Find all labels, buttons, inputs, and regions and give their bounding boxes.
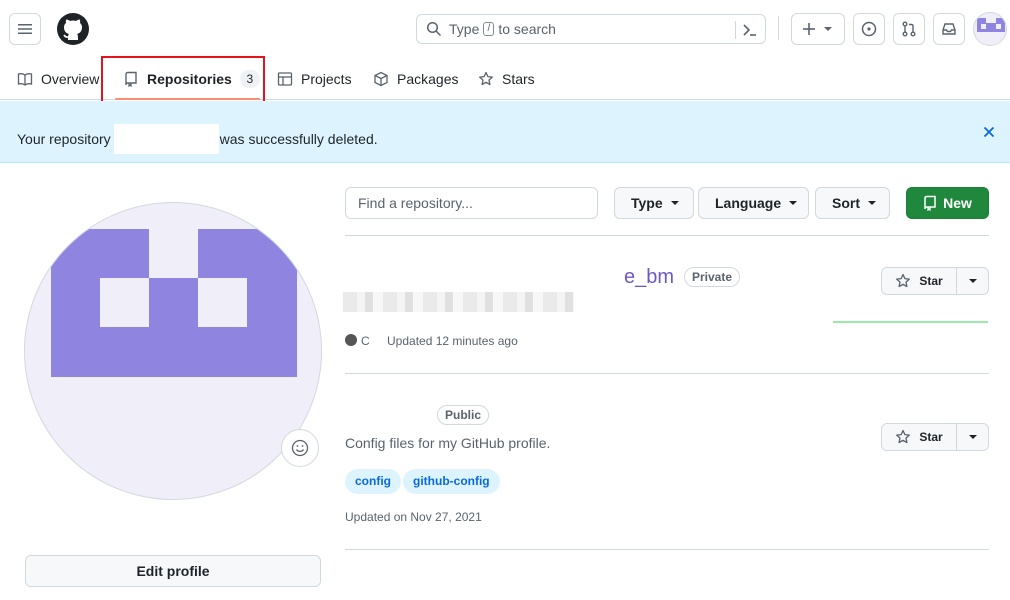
menu-button[interactable] — [9, 13, 41, 45]
tab-projects[interactable]: Projects — [277, 58, 352, 100]
top-bar: Type / to search — [0, 0, 1010, 58]
sort-filter-button[interactable]: Sort — [815, 187, 890, 219]
sort-filter-label: Sort — [832, 195, 860, 211]
tab-overview-label: Overview — [41, 71, 100, 87]
visibility-badge: Private — [684, 267, 741, 287]
smiley-icon — [291, 439, 309, 457]
issue-opened-icon — [861, 21, 877, 37]
inbox-icon — [942, 23, 956, 35]
tab-packages[interactable]: Packages — [373, 58, 458, 100]
activity-sparkline — [833, 321, 988, 323]
star-button-group: Star — [881, 267, 989, 295]
repositories-count-badge: 3 — [239, 70, 260, 88]
flash-prefix: Your repository — [17, 131, 111, 147]
caret-down-icon — [968, 435, 977, 439]
type-filter-label: Type — [631, 195, 663, 211]
search-box[interactable]: Type / to search — [416, 14, 766, 44]
star-button[interactable]: Star — [882, 424, 957, 450]
star-button[interactable]: Star — [882, 268, 957, 294]
star-icon — [896, 273, 911, 288]
inbox-button[interactable] — [933, 13, 965, 45]
repo-updated-time: Updated on Nov 27, 2021 — [345, 510, 482, 524]
repo-description-blurred — [343, 292, 574, 312]
list-divider — [345, 373, 989, 374]
tab-stars-label: Stars — [502, 71, 535, 87]
close-icon[interactable] — [981, 124, 997, 140]
repo-name-redacted — [345, 400, 430, 428]
repo-language: C — [361, 334, 370, 348]
caret-down-icon — [868, 201, 876, 205]
tab-projects-label: Projects — [301, 71, 352, 87]
identicon — [25, 229, 321, 377]
user-avatar-small[interactable] — [973, 12, 1007, 46]
type-filter-button[interactable]: Type — [614, 187, 694, 219]
pull-requests-button[interactable] — [893, 13, 925, 45]
edit-profile-button[interactable]: Edit profile — [25, 555, 321, 587]
visibility-badge: Public — [437, 405, 490, 425]
flash-notice: Your repository was successfully deleted… — [0, 101, 1010, 163]
tab-packages-label: Packages — [397, 71, 459, 87]
find-repository-input[interactable] — [345, 187, 598, 219]
caret-down-icon — [789, 201, 798, 205]
flash-suffix: was successfully deleted. — [219, 131, 378, 147]
profile-tabs: Overview Repositories 3 Projects Package… — [0, 58, 1010, 100]
create-new-button[interactable] — [791, 13, 845, 45]
book-icon — [17, 73, 33, 86]
tab-stars[interactable]: Stars — [478, 58, 535, 100]
repo-icon — [924, 195, 936, 211]
list-divider — [345, 235, 989, 236]
deleted-repo-name-redacted — [113, 124, 219, 154]
table-icon — [277, 72, 293, 86]
star-label: Star — [919, 274, 943, 288]
hamburger-icon — [18, 24, 32, 34]
repo-name-redacted — [345, 263, 623, 291]
tab-repositories[interactable]: Repositories 3 — [123, 58, 260, 100]
star-button-group: Star — [881, 423, 989, 451]
username-redacted — [100, 9, 196, 47]
package-icon — [374, 71, 388, 87]
repo-name-link[interactable]: e_bm — [624, 266, 674, 289]
flash-message: Your repository was successfully deleted… — [17, 124, 378, 154]
star-list-dropdown[interactable] — [957, 424, 988, 450]
star-list-dropdown[interactable] — [957, 268, 988, 294]
caret-down-icon — [968, 279, 977, 283]
repo-icon — [125, 71, 137, 87]
star-icon — [479, 71, 493, 86]
profile-avatar[interactable] — [24, 202, 322, 500]
language-filter-button[interactable]: Language — [698, 187, 809, 219]
repo-updated-time: Updated 12 minutes ago — [387, 334, 518, 348]
set-status-button[interactable] — [281, 429, 319, 467]
search-placeholder-after: to search — [498, 21, 556, 37]
search-placeholder-before: Type — [449, 21, 480, 37]
new-repository-button[interactable]: New — [906, 187, 989, 219]
star-label: Star — [919, 430, 943, 444]
active-tab-underline — [115, 98, 260, 100]
github-logo-icon[interactable] — [57, 13, 89, 45]
triangle-down-icon — [824, 27, 832, 31]
star-icon — [896, 429, 911, 444]
search-placeholder: Type / to search — [449, 21, 556, 37]
language-filter-label: Language — [715, 195, 782, 211]
slash-key-hint: / — [483, 22, 495, 36]
command-palette-icon[interactable] — [741, 21, 759, 39]
repo-description: Config files for my GitHub profile. — [345, 435, 551, 451]
search-divider — [735, 21, 736, 39]
git-pull-request-icon — [902, 21, 916, 37]
header-separator — [778, 16, 779, 40]
identicon-small — [977, 18, 1005, 32]
new-repository-label: New — [943, 195, 972, 211]
issues-button[interactable] — [853, 13, 885, 45]
search-icon — [426, 21, 442, 37]
topic-tag[interactable]: config — [345, 469, 401, 494]
caret-down-icon — [670, 201, 679, 205]
topic-tag[interactable]: github-config — [403, 469, 500, 494]
list-divider — [345, 549, 989, 550]
tab-overview[interactable]: Overview — [17, 58, 99, 100]
language-color-dot — [345, 334, 357, 346]
tab-repositories-label: Repositories — [147, 71, 232, 87]
plus-icon — [803, 23, 815, 35]
